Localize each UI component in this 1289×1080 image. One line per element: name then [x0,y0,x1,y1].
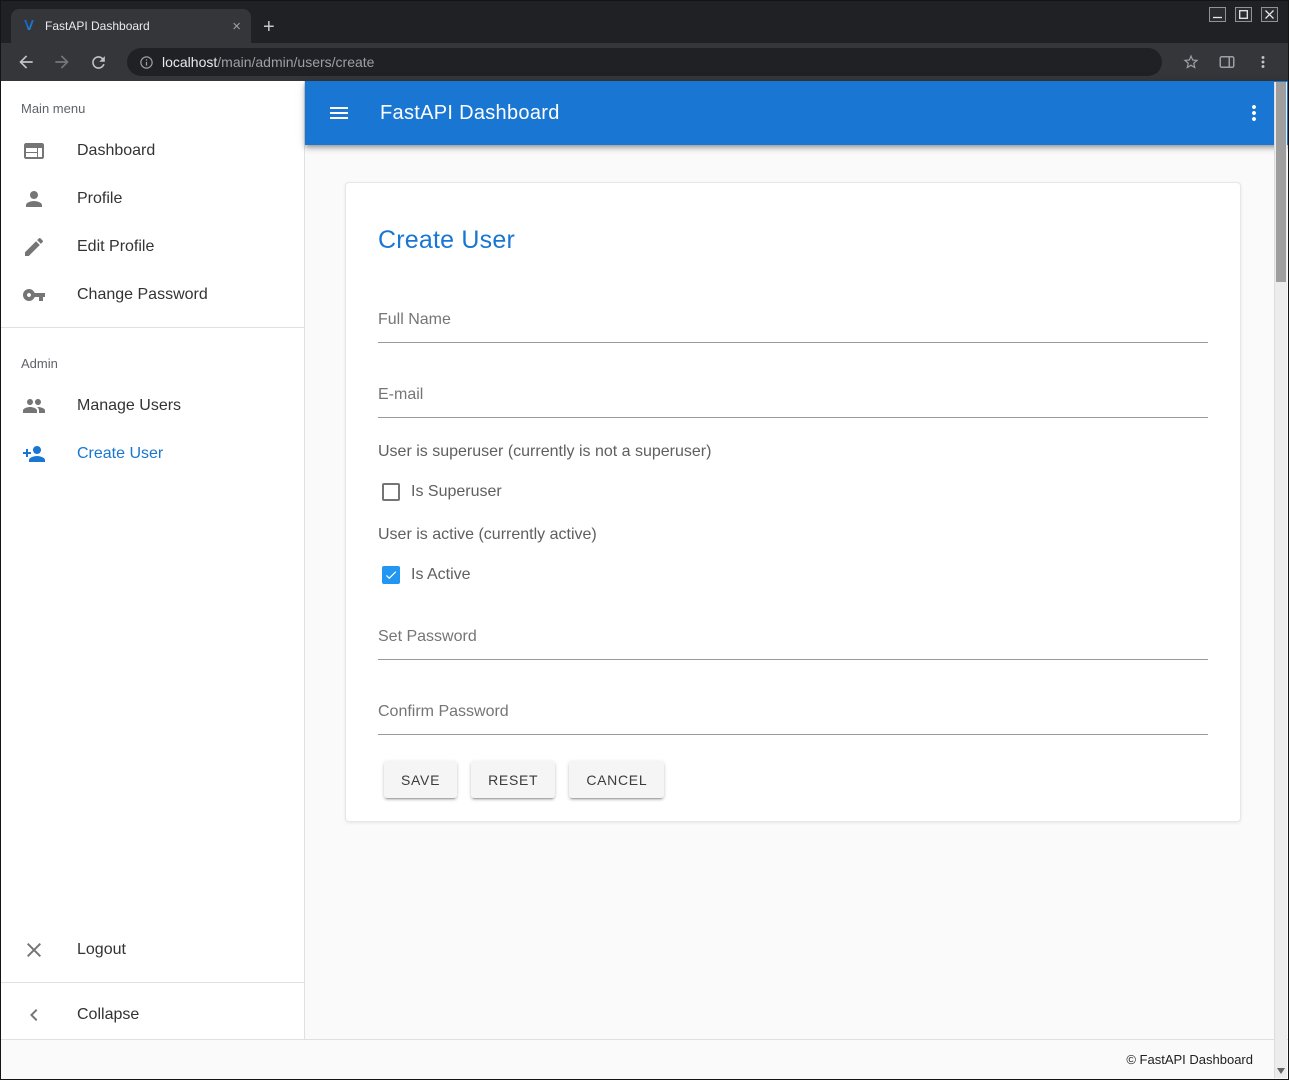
people-icon [22,394,46,418]
sidebar-item-collapse[interactable]: Collapse [1,991,304,1039]
sidebar-item-profile[interactable]: Profile [1,175,304,223]
main-area: FastAPI Dashboard Create User Full Name … [305,81,1288,1039]
site-info-icon[interactable] [139,55,154,70]
sidebar-item-create-user[interactable]: Create User [1,430,304,478]
appbar: FastAPI Dashboard [305,81,1288,145]
minimize-button[interactable] [1209,7,1226,22]
scrollbar-down-arrow-icon[interactable] [1277,1068,1285,1074]
new-tab-button[interactable]: + [251,17,287,43]
tab-bar: V FastAPI Dashboard × + [1,1,1288,43]
sidebar-item-label: Collapse [77,1006,139,1024]
active-checkbox-row[interactable]: Is Active [378,566,1208,584]
active-checkbox[interactable] [382,566,400,584]
superuser-hint: User is superuser (currently is not a su… [378,443,1208,461]
url-host: localhost [162,54,217,70]
side-panel-button[interactable] [1212,47,1242,77]
sidebar-divider [1,982,304,983]
bookmark-star-button[interactable] [1176,47,1206,77]
sidebar-item-label: Create User [77,445,163,463]
footer-copyright: © FastAPI Dashboard [1126,1052,1253,1067]
appbar-title: FastAPI Dashboard [380,102,1242,125]
reset-button[interactable]: RESET [471,761,555,798]
superuser-checkbox[interactable] [382,483,400,501]
dashboard-icon [22,139,46,163]
kebab-menu-icon [1254,53,1272,71]
browser-toolbar: localhost/main/admin/users/create [1,43,1288,81]
superuser-checkbox-row[interactable]: Is Superuser [378,483,1208,501]
sidebar-item-label: Change Password [77,286,208,304]
page-scrollbar[interactable] [1274,82,1287,1078]
appbar-overflow-button[interactable] [1242,101,1266,125]
close-button[interactable] [1261,7,1278,22]
check-icon [384,568,398,582]
chevron-left-icon [22,1003,46,1027]
tab-close-icon[interactable]: × [232,19,241,34]
email-field[interactable]: E-mail [378,386,1208,418]
vuetify-logo-icon: V [21,18,37,34]
url-bar[interactable]: localhost/main/admin/users/create [127,48,1162,76]
scrollbar-thumb[interactable] [1276,82,1286,282]
sidebar-bottom: Logout Collapse [1,926,304,1039]
confirm-password-label: Confirm Password [378,703,509,720]
full-name-label: Full Name [378,311,451,328]
minimize-icon [1213,10,1222,19]
sidebar-item-label: Profile [77,190,122,208]
page-footer: © FastAPI Dashboard [1,1039,1288,1079]
sidebar-item-dashboard[interactable]: Dashboard [1,127,304,175]
set-password-field[interactable]: Set Password [378,628,1208,660]
create-user-card: Create User Full Name E-mail User is sup… [345,182,1241,822]
forward-button[interactable] [47,47,77,77]
sidebar-item-manage-users[interactable]: Manage Users [1,382,304,430]
sidebar-item-label: Edit Profile [77,238,154,256]
hamburger-menu-button[interactable] [327,101,351,125]
back-arrow-icon [16,52,36,72]
side-panel-icon [1218,53,1236,71]
sidebar-item-logout[interactable]: Logout [1,926,304,974]
sidebar-item-change-password[interactable]: Change Password [1,271,304,319]
superuser-checkbox-label: Is Superuser [411,483,502,501]
page-viewport: Main menu Dashboard Profile Edit Profile [1,81,1288,1039]
sidebar-item-label: Logout [77,941,126,959]
maximize-button[interactable] [1235,7,1252,22]
sidebar-section-admin: Admin [1,336,304,382]
person-icon [22,187,46,211]
star-icon [1182,53,1200,71]
tab-title: FastAPI Dashboard [45,19,224,33]
window-controls [1209,7,1278,22]
hamburger-icon [327,101,351,125]
confirm-password-field[interactable]: Confirm Password [378,703,1208,735]
browser-tab[interactable]: V FastAPI Dashboard × [11,9,251,43]
cancel-button[interactable]: CANCEL [569,761,664,798]
form-actions: SAVE RESET CANCEL [378,761,1208,798]
save-button[interactable]: SAVE [384,761,457,798]
person-add-icon [22,442,46,466]
reload-icon [89,53,108,72]
sidebar-item-edit-profile[interactable]: Edit Profile [1,223,304,271]
active-hint: User is active (currently active) [378,526,1208,544]
set-password-label: Set Password [378,628,477,645]
maximize-icon [1239,10,1248,19]
sidebar-item-label: Dashboard [77,142,155,160]
close-icon [1265,10,1274,19]
browser-menu-button[interactable] [1248,47,1278,77]
forward-arrow-icon [52,52,72,72]
email-label: E-mail [378,386,423,403]
kebab-menu-icon [1242,101,1266,125]
reload-button[interactable] [83,47,113,77]
back-button[interactable] [11,47,41,77]
key-icon [22,283,46,307]
browser-window: V FastAPI Dashboard × + [0,0,1289,1080]
pencil-icon [22,235,46,259]
url-text: localhost/main/admin/users/create [162,54,374,70]
sidebar-section-main-menu: Main menu [1,81,304,127]
full-name-field[interactable]: Full Name [378,311,1208,343]
sidebar: Main menu Dashboard Profile Edit Profile [1,81,305,1039]
page-title: Create User [378,226,1208,255]
url-path: /main/admin/users/create [217,54,374,70]
sidebar-divider [1,327,304,328]
sidebar-item-label: Manage Users [77,397,181,415]
logout-x-icon [22,938,46,962]
active-checkbox-label: Is Active [411,566,471,584]
page-content: Create User Full Name E-mail User is sup… [305,145,1288,1039]
